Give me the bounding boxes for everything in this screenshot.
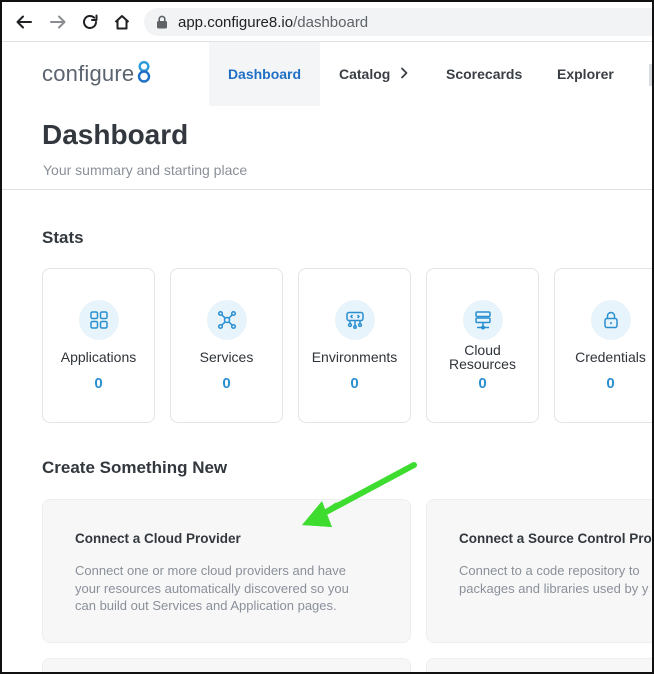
app-header: configure Dashboard Catalog Scorecards E… xyxy=(2,42,652,106)
stat-card-cloud-resources[interactable]: Cloud Resources 0 xyxy=(426,268,539,423)
credentials-icon xyxy=(591,300,631,340)
stat-value: 0 xyxy=(222,375,231,392)
stat-label: Environments xyxy=(311,349,398,365)
forward-arrow-icon[interactable] xyxy=(47,11,69,33)
stat-label: Cloud Resources xyxy=(427,343,538,371)
logo-text: configure xyxy=(42,61,135,86)
address-bar[interactable]: app.configure8.io/dashboard xyxy=(144,8,652,36)
green-annotation-arrow xyxy=(302,462,417,527)
logo-mark-icon xyxy=(137,60,151,89)
tab-explorer-label: Explorer xyxy=(557,66,614,82)
card-title: Connect a Source Control Provi xyxy=(459,531,654,546)
tab-dashboard[interactable]: Dashboard xyxy=(209,42,320,106)
stat-label: Applications xyxy=(60,349,137,365)
card-description-line: packages and libraries used by y xyxy=(459,580,649,596)
browser-toolbar: app.configure8.io/dashboard xyxy=(2,2,652,42)
connect-source-control-card[interactable]: Connect a Source Control Provi Connect t… xyxy=(426,499,654,643)
page-subtitle: Your summary and starting place xyxy=(43,162,248,178)
card-title: Connect a Cloud Provider xyxy=(75,531,241,546)
services-icon xyxy=(207,300,247,340)
card-description-line: can build out Services and Application p… xyxy=(75,598,337,613)
stats-section-title: Stats xyxy=(42,228,84,247)
chevron-right-icon xyxy=(400,66,408,82)
card-description-line: Connect to a code repository to xyxy=(459,563,640,578)
create-section-title: Create Something New xyxy=(42,458,228,477)
header-divider xyxy=(2,189,652,190)
configure8-logo[interactable]: configure xyxy=(42,60,151,88)
url-path: /dashboard xyxy=(293,14,369,31)
nav-overflow-item[interactable] xyxy=(649,64,652,86)
url-text: app.configure8.io/dashboard xyxy=(178,14,368,31)
reload-icon[interactable] xyxy=(79,11,101,33)
card-description: Connect one or more cloud providers and … xyxy=(75,562,385,615)
tab-scorecards-label: Scorecards xyxy=(446,66,523,82)
card-description-line: Connect one or more cloud providers and … xyxy=(75,563,346,578)
url-host: app.configure8.io xyxy=(178,14,294,31)
card-description: Connect to a code repository to packages… xyxy=(459,562,652,597)
back-arrow-icon[interactable] xyxy=(13,11,35,33)
stat-label: Credentials xyxy=(575,349,646,365)
tab-explorer[interactable]: Explorer xyxy=(557,42,614,106)
stat-value: 0 xyxy=(478,375,487,392)
stat-card-services[interactable]: Services 0 xyxy=(170,268,283,423)
tab-scorecards[interactable]: Scorecards xyxy=(446,42,522,106)
stat-label-line: Resources xyxy=(449,356,516,372)
environments-icon xyxy=(335,300,375,340)
stat-value: 0 xyxy=(350,375,359,392)
stat-value: 0 xyxy=(94,375,103,392)
tab-catalog[interactable]: Catalog xyxy=(339,42,408,106)
stat-label: Services xyxy=(199,349,254,365)
stat-label-line: Cloud xyxy=(464,342,501,358)
home-icon[interactable] xyxy=(111,11,133,33)
tab-catalog-label: Catalog xyxy=(339,66,391,82)
screenshot-frame: app.configure8.io/dashboard configure Da… xyxy=(0,0,654,674)
lock-icon[interactable] xyxy=(156,15,168,34)
create-card-partial[interactable] xyxy=(426,658,652,672)
cloud-resources-icon xyxy=(463,300,503,340)
stat-card-credentials[interactable]: Credentials 0 xyxy=(554,268,652,423)
tab-dashboard-label: Dashboard xyxy=(227,66,302,82)
applications-icon xyxy=(79,300,119,340)
stat-value: 0 xyxy=(606,375,615,392)
stat-card-applications[interactable]: Applications 0 xyxy=(42,268,155,423)
stat-card-environments[interactable]: Environments 0 xyxy=(298,268,411,423)
card-description-line: your resources automatically discovered … xyxy=(75,580,349,596)
create-card-partial[interactable] xyxy=(42,658,411,672)
page-title: Dashboard xyxy=(42,119,189,150)
